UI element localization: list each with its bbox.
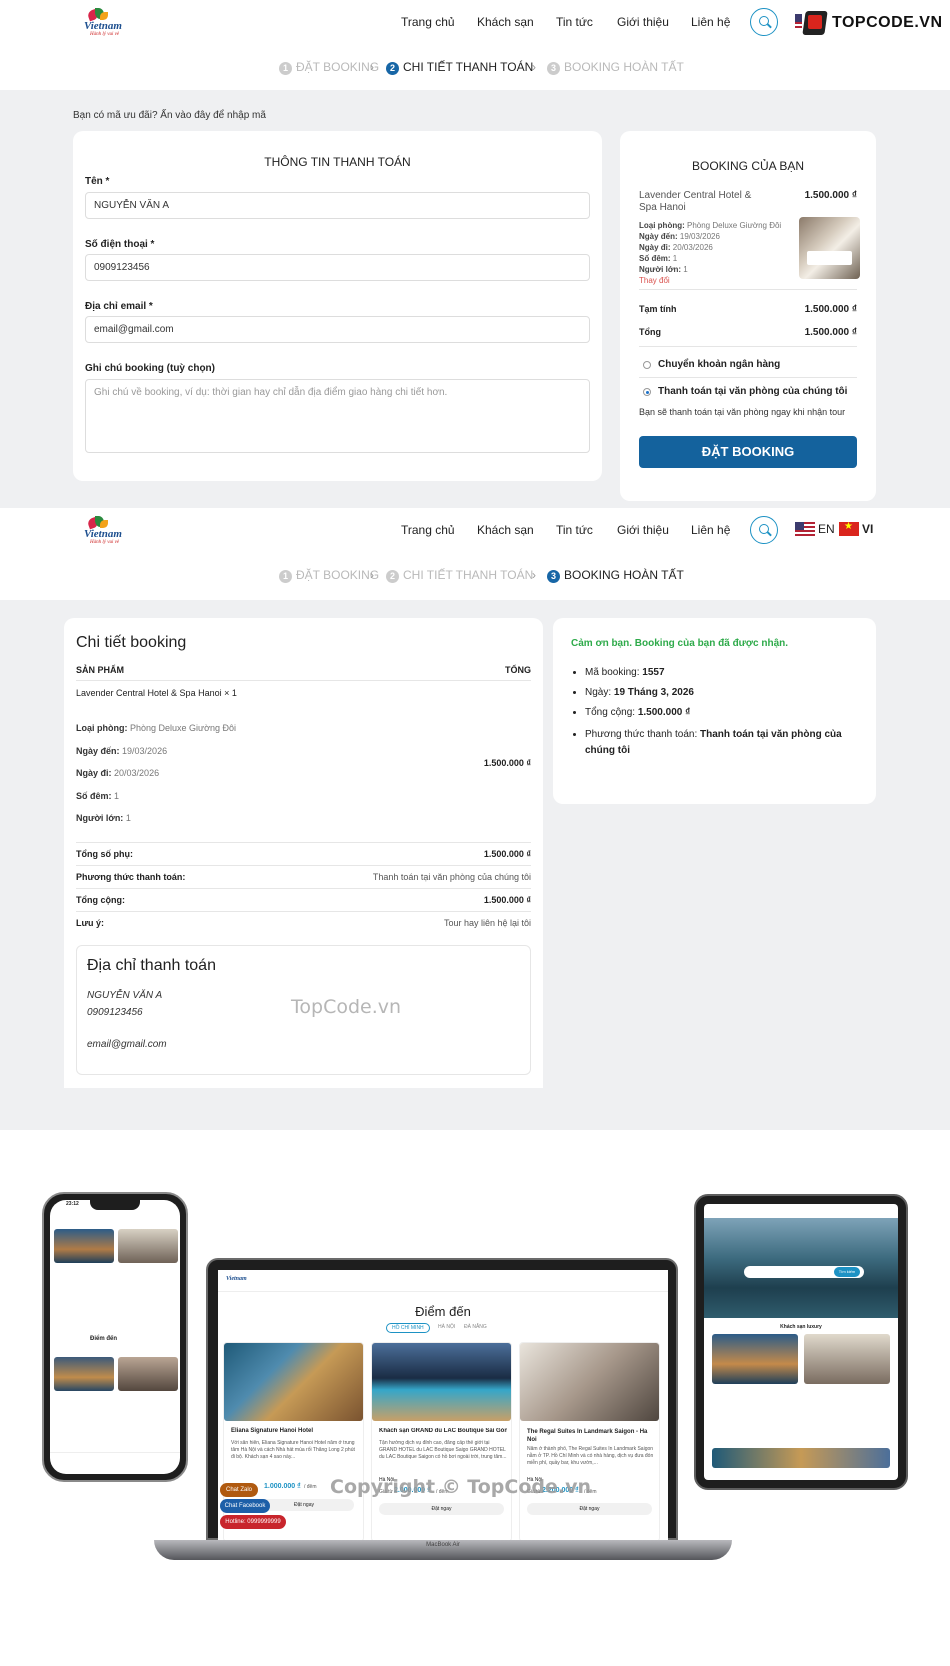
note-row: Lưu ý: Tour hay liên hệ lại tôi [76, 911, 531, 934]
laptop-base: MacBook Air [154, 1540, 732, 1560]
coupon-link[interactable]: Bạn có mã ưu đãi? Ấn vào đây để nhập mã [73, 110, 266, 121]
billing-form-card: THÔNG TIN THANH TOÁN Tên * NGUYỄN VĂN A … [73, 131, 602, 481]
subtotal-label: Tạm tính [639, 304, 677, 314]
grand-total-row: Tổng cộng: 1.500.000 ₫ [76, 888, 531, 911]
order-overview-list: Mã booking: 1557 Ngày: 19 Tháng 3, 2026 … [585, 667, 860, 768]
billing-address-title: Địa chỉ thanh toán [87, 957, 216, 974]
laptop-section-title: Điểm đến [415, 1304, 471, 1319]
summary-price: 1.500.000 ₫ [804, 190, 857, 201]
site-logo[interactable]: Vietnam Hành lý vui vẻ [82, 516, 126, 546]
order-received-section: Chi tiết booking SẢN PHẨM TỔNG Lavender … [0, 600, 950, 1130]
step-payment: 2 CHI TIẾT THANH TOÁN [386, 568, 533, 583]
nav-hotels[interactable]: Khách sạn [477, 15, 534, 29]
copyright-watermark: Copyright © TopCode.vn [330, 1476, 592, 1498]
radio-pay-at-office[interactable] [643, 388, 651, 396]
summary-title: BOOKING CỦA BẠN [691, 159, 805, 173]
email-label: Địa chỉ email * [85, 301, 153, 312]
site-header-2: Vietnam Hành lý vui vẻ Trang chủ Khách s… [0, 508, 950, 554]
nav-home[interactable]: Trang chủ [401, 15, 455, 29]
hotline-button[interactable]: Hotline: 0999999999 [220, 1515, 286, 1529]
subtotal-value: 1.500.000 ₫ [804, 304, 857, 315]
flag-us-icon[interactable] [795, 522, 815, 536]
booking-summary-card: BOOKING CỦA BẠN Lavender Central Hotel &… [620, 131, 876, 501]
device-mockup-section: 23:12 Điểm đến Vietnam Điểm đến HỒ CHÍ M… [0, 1130, 950, 1666]
order-item-name[interactable]: Lavender Central Hotel & Spa Hanoi × 1 [76, 688, 237, 698]
total-label: Tổng [639, 327, 661, 337]
chat-zalo-button[interactable]: Chat Zalo [220, 1483, 258, 1497]
site-header: Vietnam Hành lý vui vẻ Trang chủ Khách s… [0, 0, 950, 46]
booking-detail-title: Chi tiết booking [76, 634, 187, 651]
billing-form-title: THÔNG TIN THANH TOÁN [264, 155, 411, 169]
hotel-room-thumbnail [799, 217, 860, 279]
tablet-mockup: Tìm kiếm Khách sạn luxury [694, 1194, 908, 1490]
name-input[interactable]: NGUYỄN VĂN A [85, 192, 590, 219]
step-complete: 3 BOOKING HOÀN TẤT [547, 60, 684, 75]
billing-address-body: NGUYỄN VĂN A 0909123456 email@gmail.com [87, 990, 167, 1050]
search-icon[interactable] [750, 8, 778, 36]
chevron-right-icon: › [532, 568, 536, 582]
chevron-right-icon: › [370, 568, 374, 582]
laptop-card-2[interactable]: Khách sạn GRAND du LAC Boutique Sài Gòn … [371, 1342, 512, 1542]
subtotal-row: Tổng số phụ: 1.500.000 ₫ [76, 842, 531, 865]
lang-en[interactable]: EN [818, 522, 835, 536]
chevron-right-icon: › [532, 60, 536, 74]
pay-at-office-label[interactable]: Thanh toán tại văn phòng của chúng tôi [658, 386, 847, 397]
chat-facebook-button[interactable]: Chat Facebook [220, 1499, 270, 1513]
place-booking-button[interactable]: ĐẶT BOOKING [639, 436, 857, 468]
thank-you-message: Cảm ơn bạn. Booking của bạn đã được nhận… [571, 638, 789, 649]
email-input[interactable]: email@gmail.com [85, 316, 590, 343]
order-method: Phương thức thanh toán: Thanh toán tại v… [585, 727, 860, 759]
topcode-logo-watermark: TOPCODE.VN [802, 10, 942, 36]
lang-vi[interactable]: VI [862, 522, 873, 536]
summary-room-details: Loại phòng: Phòng Deluxe Giường Đôi Ngày… [639, 221, 782, 286]
pay-at-office-note: Bạn sẽ thanh toán tại văn phòng ngay khi… [639, 407, 846, 417]
search-icon[interactable] [750, 516, 778, 544]
order-date: Ngày: 19 Tháng 3, 2026 [585, 687, 860, 698]
phone-mockup: 23:12 Điểm đến [42, 1192, 188, 1482]
flag-vn-icon[interactable] [839, 521, 859, 536]
step-payment-active: 2 CHI TIẾT THANH TOÁN [386, 60, 533, 75]
change-link[interactable]: Thay đổi [639, 275, 781, 286]
site-logo[interactable]: Vietnam Hành lý vui vẻ [82, 8, 126, 38]
nav-about[interactable]: Giới thiệu [617, 523, 669, 537]
note-textarea[interactable]: Ghi chú về booking, ví dụ: thời gian hay… [85, 379, 590, 453]
order-item-meta: Loại phòng: Phòng Deluxe Giường Đôi Ngày… [76, 723, 236, 823]
thank-you-card: Cảm ơn bạn. Booking của bạn đã được nhận… [553, 618, 876, 804]
name-label: Tên * [85, 176, 110, 187]
col-total: TỔNG [505, 665, 531, 675]
nav-news[interactable]: Tin tức [556, 523, 593, 537]
order-item-total: 1.500.000 ₫ [483, 758, 531, 768]
col-product: SẢN PHẨM [76, 665, 125, 675]
phone-input[interactable]: 0909123456 [85, 254, 590, 281]
radio-bank-transfer[interactable] [643, 361, 651, 369]
checkout-steps: 1 ĐẶT BOOKING › 2 CHI TIẾT THANH TOÁN › 3B… [0, 46, 950, 90]
nav-about[interactable]: Giới thiệu [617, 15, 669, 29]
step-booking: 1 ĐẶT BOOKING [279, 568, 379, 583]
step-booking: 1 ĐẶT BOOKING [279, 60, 379, 75]
nav-contact[interactable]: Liên hệ [691, 15, 730, 29]
phone-label: Số điện thoại * [85, 239, 155, 250]
nav-home[interactable]: Trang chủ [401, 523, 455, 537]
checkout-steps-2: 1 ĐẶT BOOKING › 2 CHI TIẾT THANH TOÁN › 3B… [0, 554, 950, 598]
checkout-section: Bạn có mã ưu đãi? Ấn vào đây để nhập mã … [0, 90, 950, 508]
nav-contact[interactable]: Liên hệ [691, 523, 730, 537]
nav-hotels[interactable]: Khách sạn [477, 523, 534, 537]
laptop-card-3[interactable]: The Regal Suites In Landmark Saigon - Ha… [519, 1342, 660, 1542]
nav-news[interactable]: Tin tức [556, 15, 593, 29]
chevron-right-icon: › [370, 60, 374, 74]
topcode-watermark: TopCode.vn [291, 996, 402, 1018]
bank-transfer-label[interactable]: Chuyển khoản ngân hàng [658, 359, 780, 370]
order-total: Tổng cộng: 1.500.000 ₫ [585, 707, 860, 718]
note-label: Ghi chú booking (tuỳ chọn) [85, 363, 215, 374]
total-value: 1.500.000 ₫ [804, 327, 857, 338]
payment-method-row: Phương thức thanh toán: Thanh toán tại vă… [76, 865, 531, 888]
step-complete-active: 3 BOOKING HOÀN TẤT [547, 568, 684, 583]
summary-hotel-name: Lavender Central Hotel & Spa Hanoi [639, 190, 752, 213]
order-number: Mã booking: 1557 [585, 667, 860, 678]
